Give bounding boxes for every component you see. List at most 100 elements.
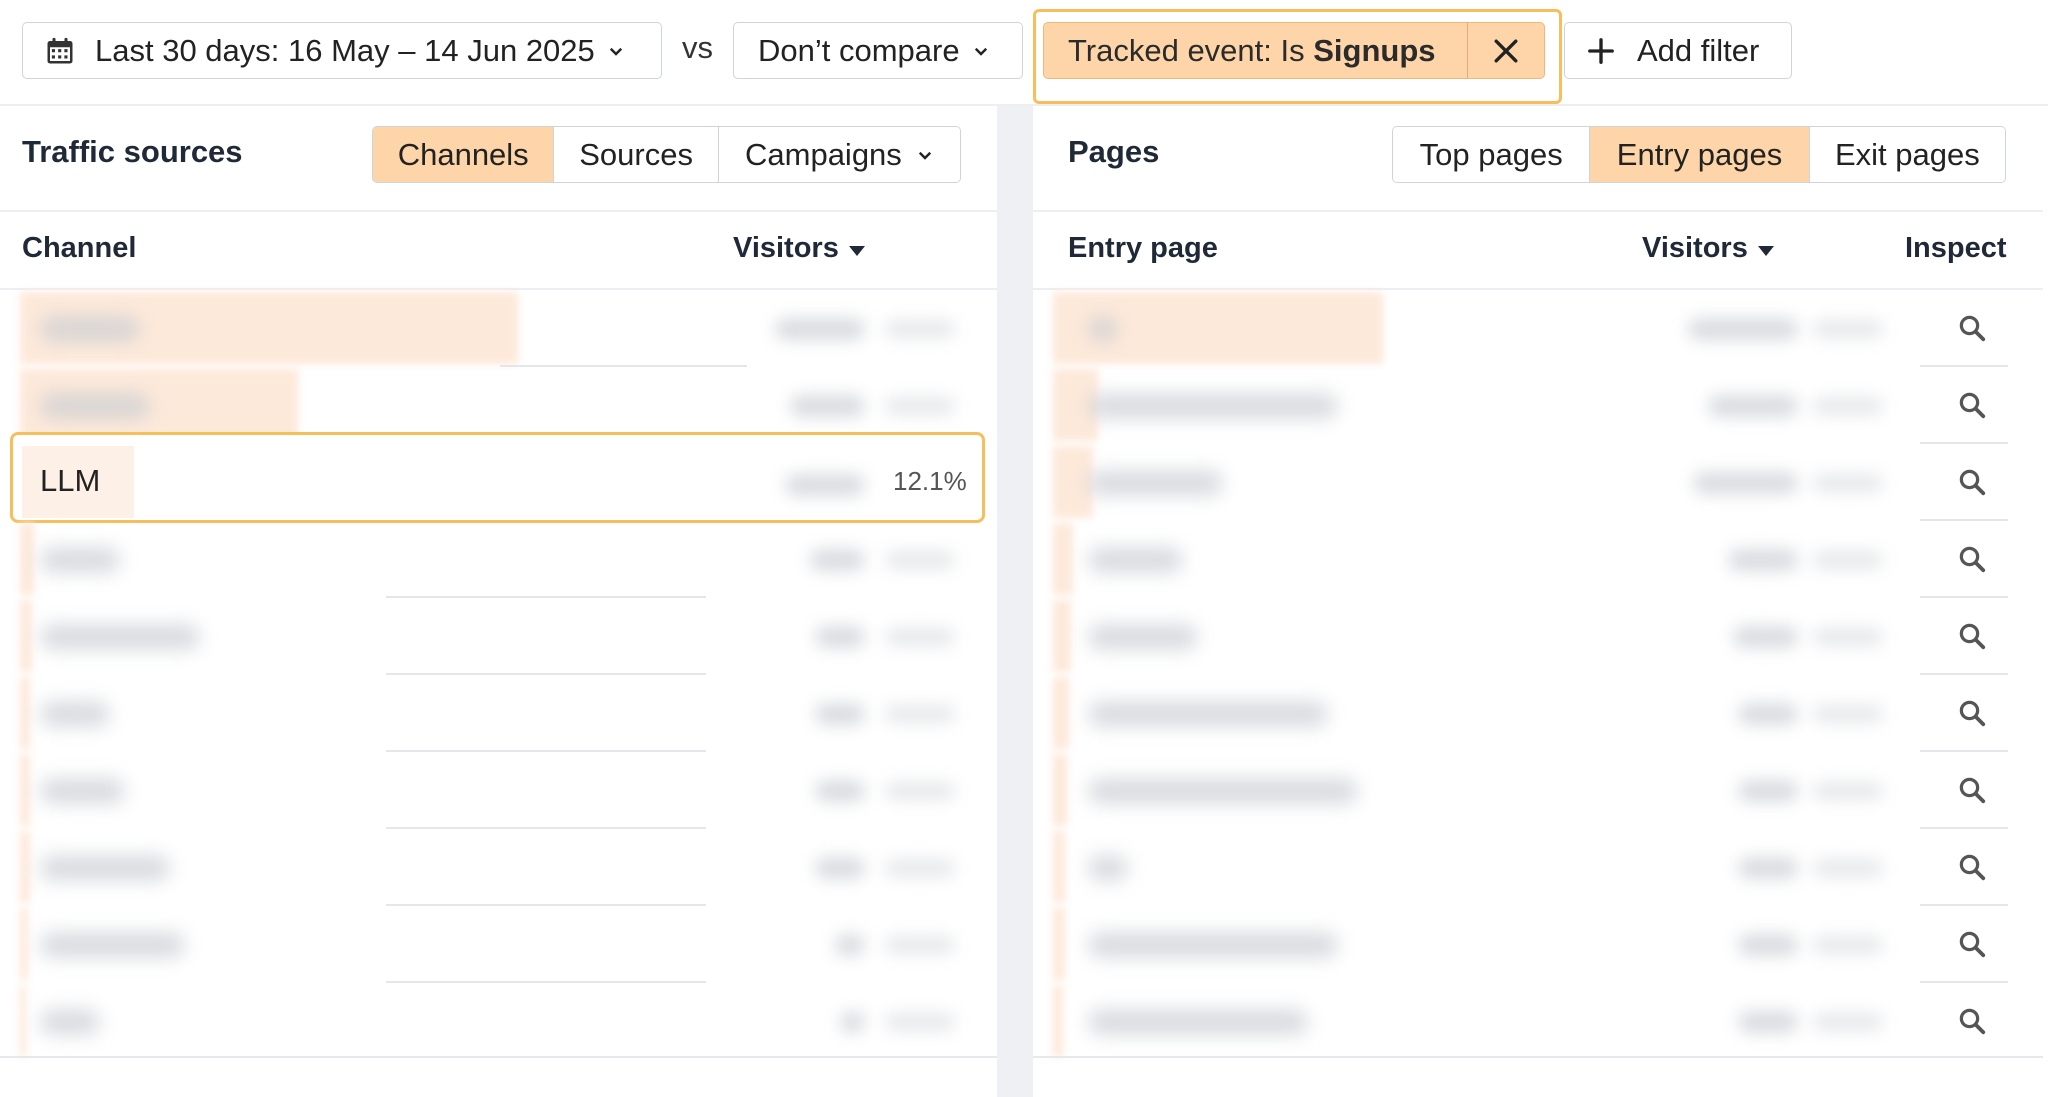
blurred-number [1708, 395, 1798, 417]
chevron-down-icon [918, 151, 931, 160]
search-icon[interactable] [1957, 467, 1987, 497]
table-row[interactable] [1033, 367, 2043, 444]
table-row[interactable] [0, 752, 997, 829]
row-bar [20, 677, 30, 749]
row-bar [20, 831, 30, 903]
row-divider [1920, 596, 2008, 598]
blurred-number [1813, 551, 1883, 569]
tab-sources[interactable]: Sources [554, 127, 719, 182]
tab-top-pages[interactable]: Top pages [1393, 127, 1591, 182]
close-icon [1494, 39, 1518, 62]
table-row[interactable] [0, 290, 997, 367]
pages-tabs: Top pages Entry pages Exit pages [1392, 126, 2006, 183]
add-filter-label: Add filter [1637, 32, 1760, 68]
blurred-number [885, 859, 955, 877]
search-icon[interactable] [1957, 621, 1987, 651]
calendar-icon [47, 37, 73, 63]
blurred-number [1738, 1011, 1798, 1033]
search-icon[interactable] [1957, 390, 1987, 420]
panel-title: Pages [1068, 134, 1160, 169]
table-row[interactable] [1033, 906, 2043, 983]
row-bar [1053, 985, 1063, 1057]
panel-title: Traffic sources [22, 134, 243, 169]
search-icon[interactable] [1957, 698, 1987, 728]
chevron-down-icon [974, 47, 987, 56]
blurred-number [840, 1011, 865, 1033]
table-row[interactable] [0, 983, 997, 1060]
table-row[interactable] [1033, 752, 2043, 829]
table-row[interactable] [0, 675, 997, 752]
compare-label: Don’t compare [758, 32, 960, 68]
blurred-number [885, 782, 955, 800]
blurred-number [885, 936, 955, 954]
blurred-number [885, 628, 955, 646]
table-row[interactable] [1033, 829, 2043, 906]
search-icon[interactable] [1957, 544, 1987, 574]
table-row[interactable] [0, 598, 997, 675]
filter-chip-text: Tracked event: Is Signups [1044, 33, 1467, 69]
tab-channels[interactable]: Channels [373, 127, 555, 182]
caret-down-icon [848, 245, 865, 256]
table-row[interactable] [0, 906, 997, 983]
blurred-number [1733, 626, 1798, 648]
blurred-number [885, 320, 955, 338]
search-icon[interactable] [1957, 313, 1987, 343]
row-divider [1920, 365, 2008, 367]
table-row[interactable] [1033, 521, 2043, 598]
blurred-text [40, 855, 170, 881]
blurred-number [1813, 320, 1883, 338]
blurred-number [835, 934, 865, 956]
add-filter-button[interactable]: Add filter [1564, 22, 1792, 79]
table-row[interactable] [0, 521, 997, 598]
table-row[interactable] [0, 829, 997, 906]
blurred-text [40, 316, 140, 342]
tab-entry-pages[interactable]: Entry pages [1590, 127, 1810, 182]
blurred-number [1688, 318, 1798, 340]
search-icon[interactable] [1957, 929, 1987, 959]
filter-chip-tracked-event[interactable]: Tracked event: Is Signups [1043, 22, 1545, 79]
row-bar [1053, 831, 1065, 903]
row-divider [1920, 519, 2008, 521]
panel-bottom-divider [1033, 1056, 2043, 1058]
blurred-number [1813, 628, 1883, 646]
search-icon[interactable] [1957, 852, 1987, 882]
remove-filter-button[interactable] [1467, 23, 1544, 78]
blurred-number [785, 474, 865, 496]
search-icon[interactable] [1957, 775, 1987, 805]
blurred-number [1813, 705, 1883, 723]
row-divider [1920, 750, 2008, 752]
table-row[interactable] [1033, 983, 2043, 1060]
row-bar [1053, 523, 1073, 595]
blurred-text [1088, 932, 1338, 958]
tab-campaigns[interactable]: Campaigns [718, 127, 960, 182]
table-row[interactable] [1033, 290, 2043, 367]
header-divider [1033, 210, 2043, 212]
blurred-number [810, 549, 865, 571]
row-bar [1053, 908, 1065, 980]
compare-dropdown[interactable]: Don’t compare [733, 22, 1023, 79]
table-row[interactable] [1033, 444, 2043, 521]
blurred-number [1813, 936, 1883, 954]
column-header-visitors[interactable]: Visitors [733, 232, 865, 265]
caret-down-icon [1757, 245, 1774, 256]
blurred-number [1738, 780, 1798, 802]
blurred-text [40, 547, 120, 573]
blurred-number [885, 1013, 955, 1031]
table-row[interactable] [1033, 675, 2043, 752]
blurred-text [1088, 778, 1358, 804]
row-divider [1920, 442, 2008, 444]
row-bar [20, 600, 32, 672]
column-header-visitors[interactable]: Visitors [1642, 232, 1774, 265]
channel-name: LLM [40, 463, 101, 498]
table-row[interactable] [1033, 598, 2043, 675]
blurred-number [1813, 397, 1883, 415]
blurred-text [1088, 624, 1198, 650]
row-bar [1053, 600, 1071, 672]
blurred-number [790, 395, 865, 417]
tab-exit-pages[interactable]: Exit pages [1809, 127, 2005, 182]
blurred-number [1738, 703, 1798, 725]
date-range-dropdown[interactable]: Last 30 days: 16 May – 14 Jun 2025 [22, 22, 662, 79]
search-icon[interactable] [1957, 1006, 1987, 1036]
header-divider [0, 210, 997, 212]
column-header-inspect: Inspect [1905, 232, 2007, 264]
